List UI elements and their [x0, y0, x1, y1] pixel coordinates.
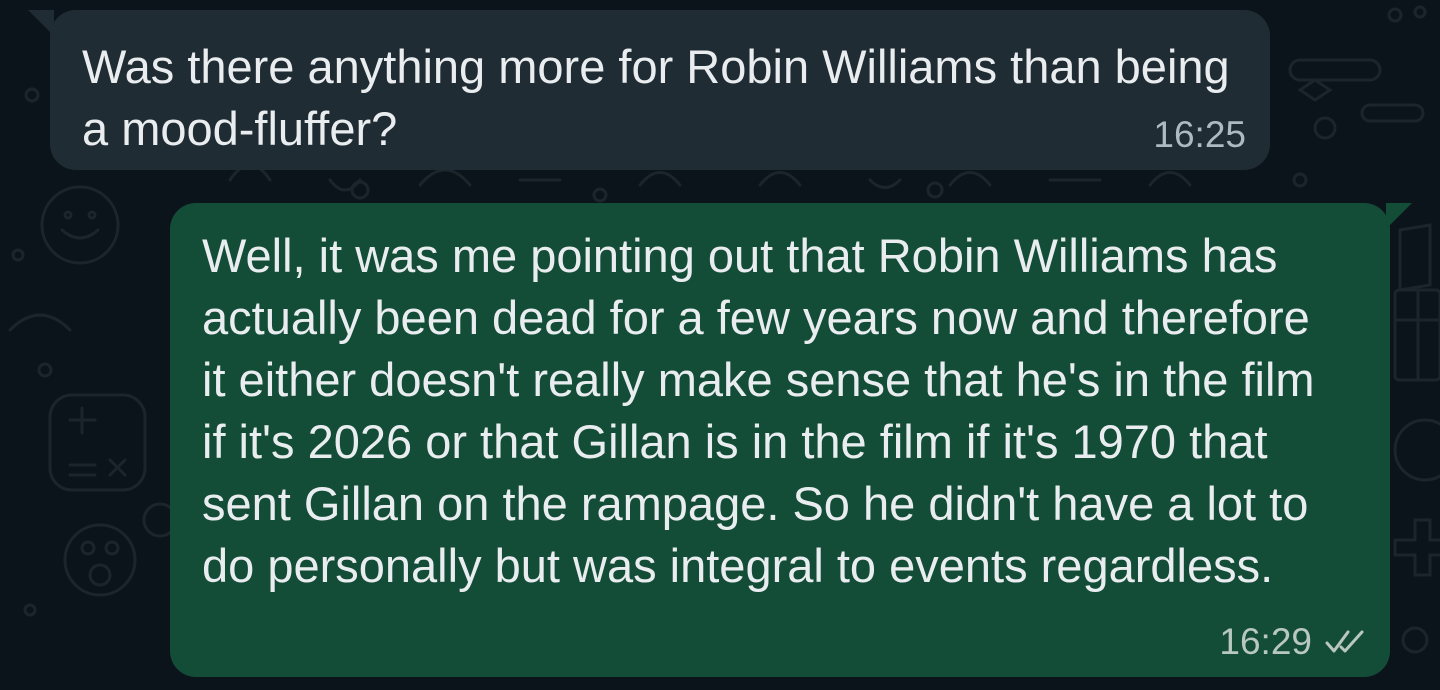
incoming-message-meta: 16:25 — [1153, 114, 1246, 156]
outgoing-message-time: 16:29 — [1219, 621, 1312, 662]
outgoing-message-text: Well, it was me pointing out that Robin … — [202, 229, 1315, 592]
outgoing-message-bubble[interactable]: Well, it was me pointing out that Robin … — [170, 203, 1412, 677]
incoming-message-time: 16:25 — [1153, 114, 1246, 155]
chat-area: Was there anything more for Robin Willia… — [0, 0, 1440, 690]
outgoing-message-meta: 16:29 — [1219, 621, 1366, 663]
incoming-bubble-tail — [28, 10, 54, 36]
outgoing-bubble-tail — [1386, 203, 1412, 229]
double-check-icon — [1325, 630, 1364, 653]
incoming-message-bubble[interactable]: Was there anything more for Robin Willia… — [28, 10, 1270, 170]
incoming-message-text: Was there anything more for Robin Willia… — [82, 40, 1230, 155]
